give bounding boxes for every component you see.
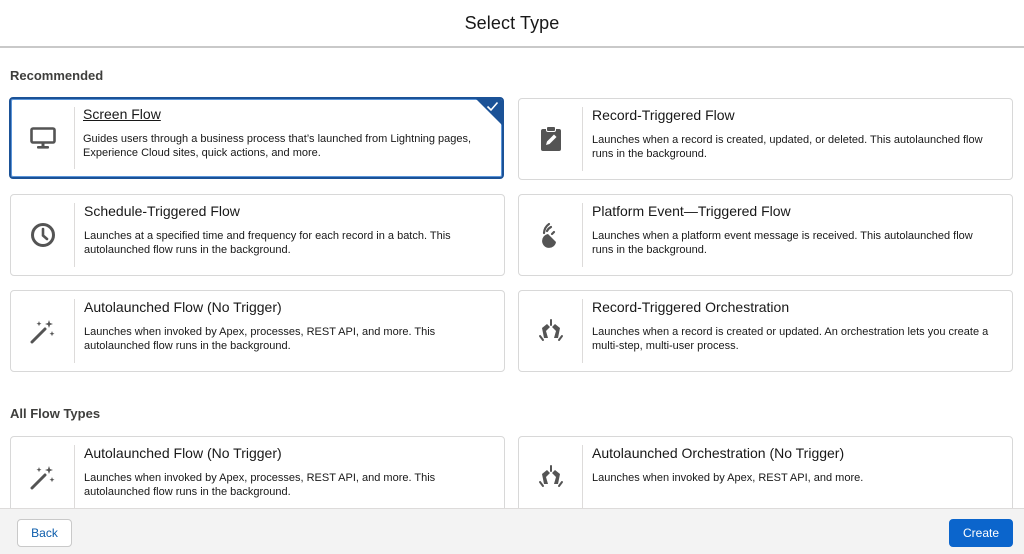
modal-footer: Back Create (0, 508, 1024, 554)
card-icon-cell (519, 437, 582, 508)
card-description: Guides users through a business process … (83, 133, 472, 159)
monitor-icon (29, 127, 56, 149)
magic-wand-icon (30, 320, 54, 344)
broadcast-icon (541, 222, 556, 248)
card-description: Launches when invoked by Apex, REST API,… (592, 472, 864, 484)
create-button[interactable]: Create (949, 519, 1013, 547)
back-button[interactable]: Back (17, 519, 72, 547)
card-title[interactable]: Autolaunched Flow (No Trigger) (84, 445, 282, 461)
card-icon-cell (11, 195, 74, 275)
card-icon-cell (11, 99, 74, 177)
card-divider (582, 107, 583, 171)
flow-type-card-autolaunched-flow[interactable]: Autolaunched Flow (No Trigger) Launches … (10, 290, 505, 372)
card-icon-cell (519, 99, 582, 179)
clock-icon (30, 223, 55, 247)
card-title[interactable]: Autolaunched Flow (No Trigger) (84, 299, 282, 315)
flow-type-card-autolaunched-flow-all[interactable]: Autolaunched Flow (No Trigger) Launches … (10, 436, 505, 508)
card-icon-cell (519, 291, 582, 371)
card-divider (582, 299, 583, 363)
card-icon-cell (11, 437, 74, 508)
card-icon-cell (11, 291, 74, 371)
card-title[interactable]: Record-Triggered Orchestration (592, 299, 789, 315)
orchestration-icon (538, 319, 563, 341)
card-description: Launches when a platform event message i… (592, 230, 973, 256)
card-title[interactable]: Record-Triggered Flow (592, 107, 735, 123)
flow-type-card-schedule-triggered-flow[interactable]: Schedule-Triggered Flow Launches at a sp… (10, 194, 505, 276)
card-divider (74, 203, 75, 267)
section-title-all-flow-types: All Flow Types (10, 406, 101, 421)
card-title[interactable]: Autolaunched Orchestration (No Trigger) (592, 445, 844, 461)
card-title[interactable]: Screen Flow (83, 106, 161, 122)
orchestration-icon (538, 465, 563, 487)
card-title[interactable]: Schedule-Triggered Flow (84, 203, 240, 219)
modal-body[interactable]: Recommended Screen Flow Guides users thr… (0, 50, 1024, 508)
card-description: Launches when invoked by Apex, processes… (84, 326, 436, 352)
flow-type-card-platform-event-flow[interactable]: Platform Event—Triggered Flow Launches w… (518, 194, 1013, 276)
card-title[interactable]: Platform Event—Triggered Flow (592, 203, 791, 219)
card-divider (582, 203, 583, 267)
flow-type-card-autolaunched-orchestration[interactable]: Autolaunched Orchestration (No Trigger) … (518, 436, 1013, 508)
card-divider (74, 107, 75, 169)
card-description: Launches when a record is created or upd… (592, 326, 989, 352)
checkmark-icon (486, 101, 499, 112)
card-description: Launches when a record is created, updat… (592, 134, 983, 160)
card-divider (582, 445, 583, 508)
card-divider (74, 445, 75, 508)
magic-wand-icon (30, 466, 54, 490)
section-title-recommended: Recommended (10, 68, 104, 83)
modal-header: Select Type (0, 0, 1024, 48)
card-divider (74, 299, 75, 363)
flow-type-card-record-triggered-orchestration[interactable]: Record-Triggered Orchestration Launches … (518, 290, 1013, 372)
card-description: Launches at a specified time and frequen… (84, 230, 451, 256)
card-icon-cell (519, 195, 582, 275)
page-title: Select Type (464, 12, 560, 33)
card-description: Launches when invoked by Apex, processes… (84, 472, 436, 498)
flow-type-card-screen-flow[interactable]: Screen Flow Guides users through a busin… (9, 97, 504, 179)
flow-type-card-record-triggered-flow[interactable]: Record-Triggered Flow Launches when a re… (518, 98, 1013, 180)
clipboard-edit-icon (540, 126, 561, 151)
